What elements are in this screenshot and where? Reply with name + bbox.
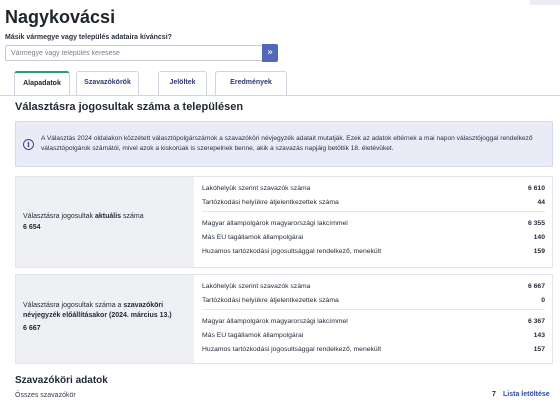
- info-icon: i: [23, 139, 34, 150]
- search-button[interactable]: »: [262, 44, 278, 62]
- breakdown-row: Lakóhelyük szerint szavazók száma 6 610: [202, 185, 545, 192]
- precincts-title: Szavazóköri adatok: [15, 375, 108, 386]
- card-summary-label: Választásra jogosultak aktuális száma: [23, 213, 144, 220]
- chevron-right-icon: »: [266, 47, 274, 58]
- tab-szavazokorok[interactable]: Szavazókörök: [76, 71, 139, 95]
- breakdown-row: Huzamos tartózkodási jogosultsággal rend…: [202, 346, 545, 353]
- breakdown-row: Huzamos tartózkodási jogosultsággal rend…: [202, 248, 545, 255]
- tab-alapadatok[interactable]: Alapadatok: [14, 71, 70, 96]
- info-box: i A Választás 2024 oldalakon közzétett v…: [15, 121, 553, 167]
- breakdown-row: Más EU tagállamok állampolgárai 143: [202, 332, 545, 339]
- page-title: Nagykovácsi: [5, 7, 116, 27]
- precincts-total-value: 7: [492, 391, 496, 398]
- tab-eredmenyek[interactable]: Eredmények: [215, 71, 287, 95]
- breakdown-row: Tartózkodási helyükre átjelentkezettek s…: [202, 199, 545, 206]
- breakdown-row: Tartózkodási helyükre átjelentkezettek s…: [202, 297, 545, 304]
- card-summary-value: 6 654: [23, 224, 41, 231]
- card-summary: Választásra jogosultak aktuális száma 6 …: [16, 177, 194, 267]
- search-label: Másik vármegye vagy település adataira k…: [5, 34, 172, 41]
- section-title: Választásra jogosultak száma a település…: [15, 101, 244, 113]
- search-input[interactable]: [5, 45, 263, 61]
- breakdown-row: Magyar állampolgárok magyarországi lakcí…: [202, 220, 545, 227]
- row-divider: [202, 211, 545, 212]
- row-divider: [202, 309, 545, 310]
- breakdown-row: Magyar állampolgárok magyarországi lakcí…: [202, 318, 545, 325]
- download-list-link[interactable]: Lista letöltése: [503, 391, 550, 398]
- top-bar-strip: [530, 0, 560, 5]
- eligible-voters-current-card: Választásra jogosultak aktuális száma 6 …: [15, 176, 553, 268]
- precincts-total-label: Összes szavazókör: [15, 392, 76, 399]
- card-summary-value: 6 667: [23, 325, 41, 332]
- card-summary-label: Választásra jogosultak száma a szavazókö…: [23, 302, 172, 319]
- breakdown-row: Lakóhelyük szerint szavazók száma 6 667: [202, 283, 545, 290]
- card-summary: Választásra jogosultak száma a szavazókö…: [16, 275, 194, 363]
- tabs-divider: [0, 95, 560, 96]
- eligible-voters-register-card: Választásra jogosultak száma a szavazókö…: [15, 274, 553, 364]
- breakdown-row: Más EU tagállamok állampolgárai 140: [202, 234, 545, 241]
- info-text: A Választás 2024 oldalakon közzétett vál…: [41, 135, 533, 152]
- tab-jeloltek[interactable]: Jelöltek: [158, 71, 207, 95]
